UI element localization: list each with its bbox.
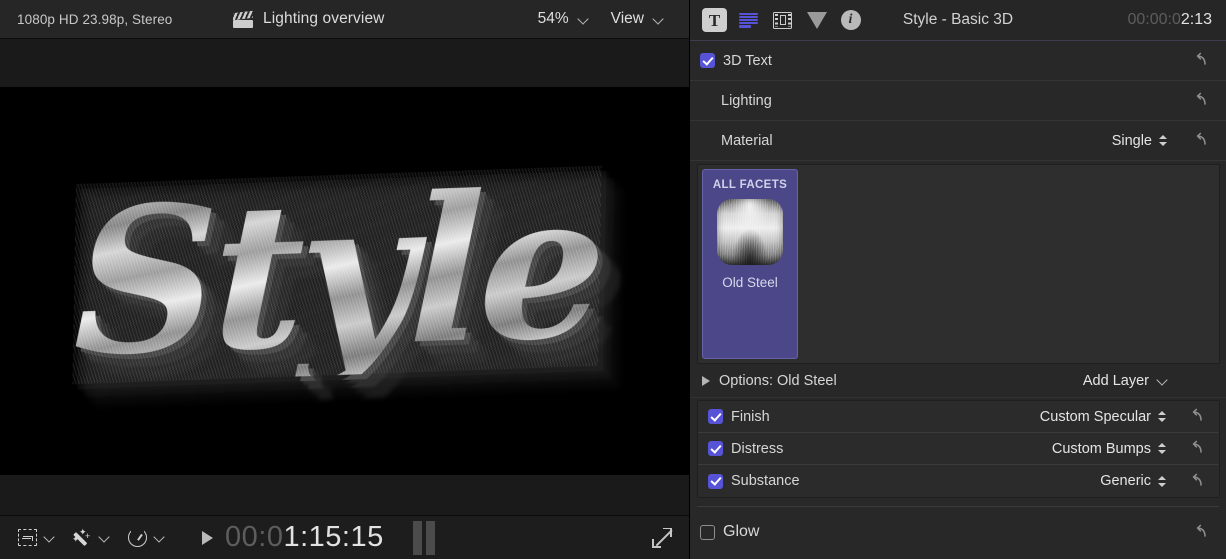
retime-tools-group — [124, 526, 165, 550]
transform-tools-group — [14, 526, 55, 550]
chevron-down-icon[interactable] — [154, 532, 165, 543]
inspector-tab-icons: T i — [702, 8, 863, 32]
material-dropdown[interactable]: Single — [1112, 133, 1168, 149]
options-label: Options: Old Steel — [719, 373, 837, 389]
row-3d-text[interactable]: 3D Text — [690, 41, 1226, 81]
glow-checkbox[interactable] — [700, 525, 715, 540]
material-value-label: Single — [1112, 133, 1152, 149]
distress-dropdown[interactable]: Custom Bumps — [1052, 441, 1167, 457]
substance-label: Substance — [731, 473, 800, 489]
updown-chevron-icon — [1158, 474, 1167, 489]
generator-inspector-icon[interactable] — [736, 8, 761, 32]
format-info-label: 1080p HD 23.98p, Stereo — [17, 12, 172, 27]
play-icon[interactable] — [202, 531, 213, 545]
zoom-level-dropdown[interactable]: 54% — [527, 7, 600, 31]
text-inspector-glyph: T — [709, 12, 720, 29]
add-layer-label: Add Layer — [1083, 373, 1149, 389]
viewer-stage[interactable]: Style — [0, 39, 689, 515]
clapperboard-icon — [232, 11, 254, 28]
finish-label: Finish — [731, 409, 770, 425]
row-substance[interactable]: Substance Generic — [698, 465, 1219, 497]
all-facets-label: ALL FACETS — [713, 179, 787, 191]
text-inspector-icon[interactable]: T — [702, 8, 727, 32]
material-label: Material — [721, 133, 773, 149]
pause-bars-icon[interactable] — [413, 521, 435, 555]
expand-icon[interactable] — [652, 528, 672, 548]
material-tile-name: Old Steel — [722, 275, 778, 290]
view-menu-label: View — [611, 10, 644, 28]
viewer-pane: 1080p HD 23.98p, Stereo Lighting overvie… — [0, 0, 690, 559]
updown-chevron-icon — [1158, 409, 1167, 424]
video-inspector-icon[interactable] — [770, 8, 795, 32]
chevron-down-icon — [578, 14, 589, 25]
3d-text-checkbox[interactable] — [700, 53, 715, 68]
viewer-top-right-controls: 54% View — [527, 7, 675, 31]
material-tile-old-steel[interactable]: ALL FACETS Old Steel — [702, 169, 798, 359]
transform-icon[interactable] — [14, 526, 40, 550]
lighting-label: Lighting — [721, 93, 772, 109]
inspector-toolbar: T i Style - Basic 3D 00:00:02:13 — [690, 0, 1226, 41]
chevron-down-icon — [653, 14, 664, 25]
distress-label: Distress — [731, 441, 783, 457]
reset-icon[interactable] — [1192, 132, 1209, 149]
distress-value-label: Custom Bumps — [1052, 441, 1151, 457]
material-browser-panel[interactable]: ALL FACETS Old Steel — [697, 164, 1220, 364]
updown-chevron-icon — [1159, 133, 1168, 148]
chevron-down-icon — [1157, 375, 1168, 386]
audio-inspector-icon[interactable] — [804, 8, 829, 32]
viewer-timecode[interactable]: 00:01:15:15 — [225, 521, 384, 554]
scene-indicator[interactable]: Lighting overview — [232, 10, 384, 28]
canvas-3d-text: Style — [72, 166, 601, 385]
substance-checkbox[interactable] — [708, 474, 723, 489]
viewer-bottom-toolbar: ✦ ✦ + 00:01:15:15 — [0, 515, 689, 559]
row-finish[interactable]: Finish Custom Specular — [698, 401, 1219, 433]
speedometer-icon[interactable] — [124, 526, 150, 550]
view-menu-button[interactable]: View — [600, 7, 675, 31]
row-glow[interactable]: Glow — [690, 512, 1226, 552]
chevron-down-icon[interactable] — [44, 532, 55, 543]
inspector-body: 3D Text Lighting Material Single — [690, 41, 1226, 559]
viewer-top-toolbar: 1080p HD 23.98p, Stereo Lighting overvie… — [0, 0, 689, 39]
updown-chevron-icon — [1158, 441, 1167, 456]
inspector-timecode-bright: 2:13 — [1181, 11, 1212, 28]
row-material[interactable]: Material Single — [690, 121, 1226, 161]
finish-value-label: Custom Specular — [1040, 409, 1151, 425]
inspector-timecode-dim: 00:00:0 — [1127, 11, 1180, 28]
timecode-dim-part: 00:0 — [225, 521, 283, 553]
material-layers-list: Finish Custom Specular Distress Custom B… — [697, 400, 1220, 498]
distress-checkbox[interactable] — [708, 441, 723, 456]
add-layer-button[interactable]: Add Layer — [1083, 373, 1168, 389]
reset-icon[interactable] — [1192, 524, 1209, 541]
finish-dropdown[interactable]: Custom Specular — [1040, 409, 1167, 425]
finish-checkbox[interactable] — [708, 409, 723, 424]
zoom-level-label: 54% — [538, 10, 569, 28]
reset-icon[interactable] — [1192, 52, 1209, 69]
final-cut-pro-window: 1080p HD 23.98p, Stereo Lighting overvie… — [0, 0, 1226, 559]
material-swatch — [717, 199, 783, 265]
video-canvas[interactable]: Style — [0, 87, 690, 475]
inspector-pane: T i Style - Basic 3D 00:00:02:13 — [690, 0, 1226, 559]
info-glyph: i — [841, 10, 861, 30]
3d-text-label: 3D Text — [723, 53, 772, 69]
disclosure-triangle-icon[interactable] — [702, 376, 710, 386]
inspector-timecode: 00:00:02:13 — [1127, 11, 1212, 29]
row-lighting[interactable]: Lighting — [690, 81, 1226, 121]
reset-icon[interactable] — [1192, 92, 1209, 109]
glow-label: Glow — [723, 523, 759, 541]
magic-wand-icon[interactable]: ✦ ✦ + — [69, 526, 95, 550]
chevron-down-icon[interactable] — [99, 532, 110, 543]
section-divider — [697, 506, 1219, 507]
effects-tools-group: ✦ ✦ + — [69, 526, 110, 550]
row-options[interactable]: Options: Old Steel Add Layer — [690, 364, 1226, 398]
info-inspector-icon[interactable]: i — [838, 8, 863, 32]
reset-icon[interactable] — [1188, 408, 1205, 425]
reset-icon[interactable] — [1188, 473, 1205, 490]
scene-name-label: Lighting overview — [263, 10, 384, 28]
playback-group: 00:01:15:15 — [202, 521, 435, 555]
reset-icon[interactable] — [1188, 440, 1205, 457]
substance-dropdown[interactable]: Generic — [1100, 473, 1167, 489]
row-distress[interactable]: Distress Custom Bumps — [698, 433, 1219, 465]
substance-value-label: Generic — [1100, 473, 1151, 489]
timecode-bright-part: 1:15:15 — [283, 521, 383, 553]
